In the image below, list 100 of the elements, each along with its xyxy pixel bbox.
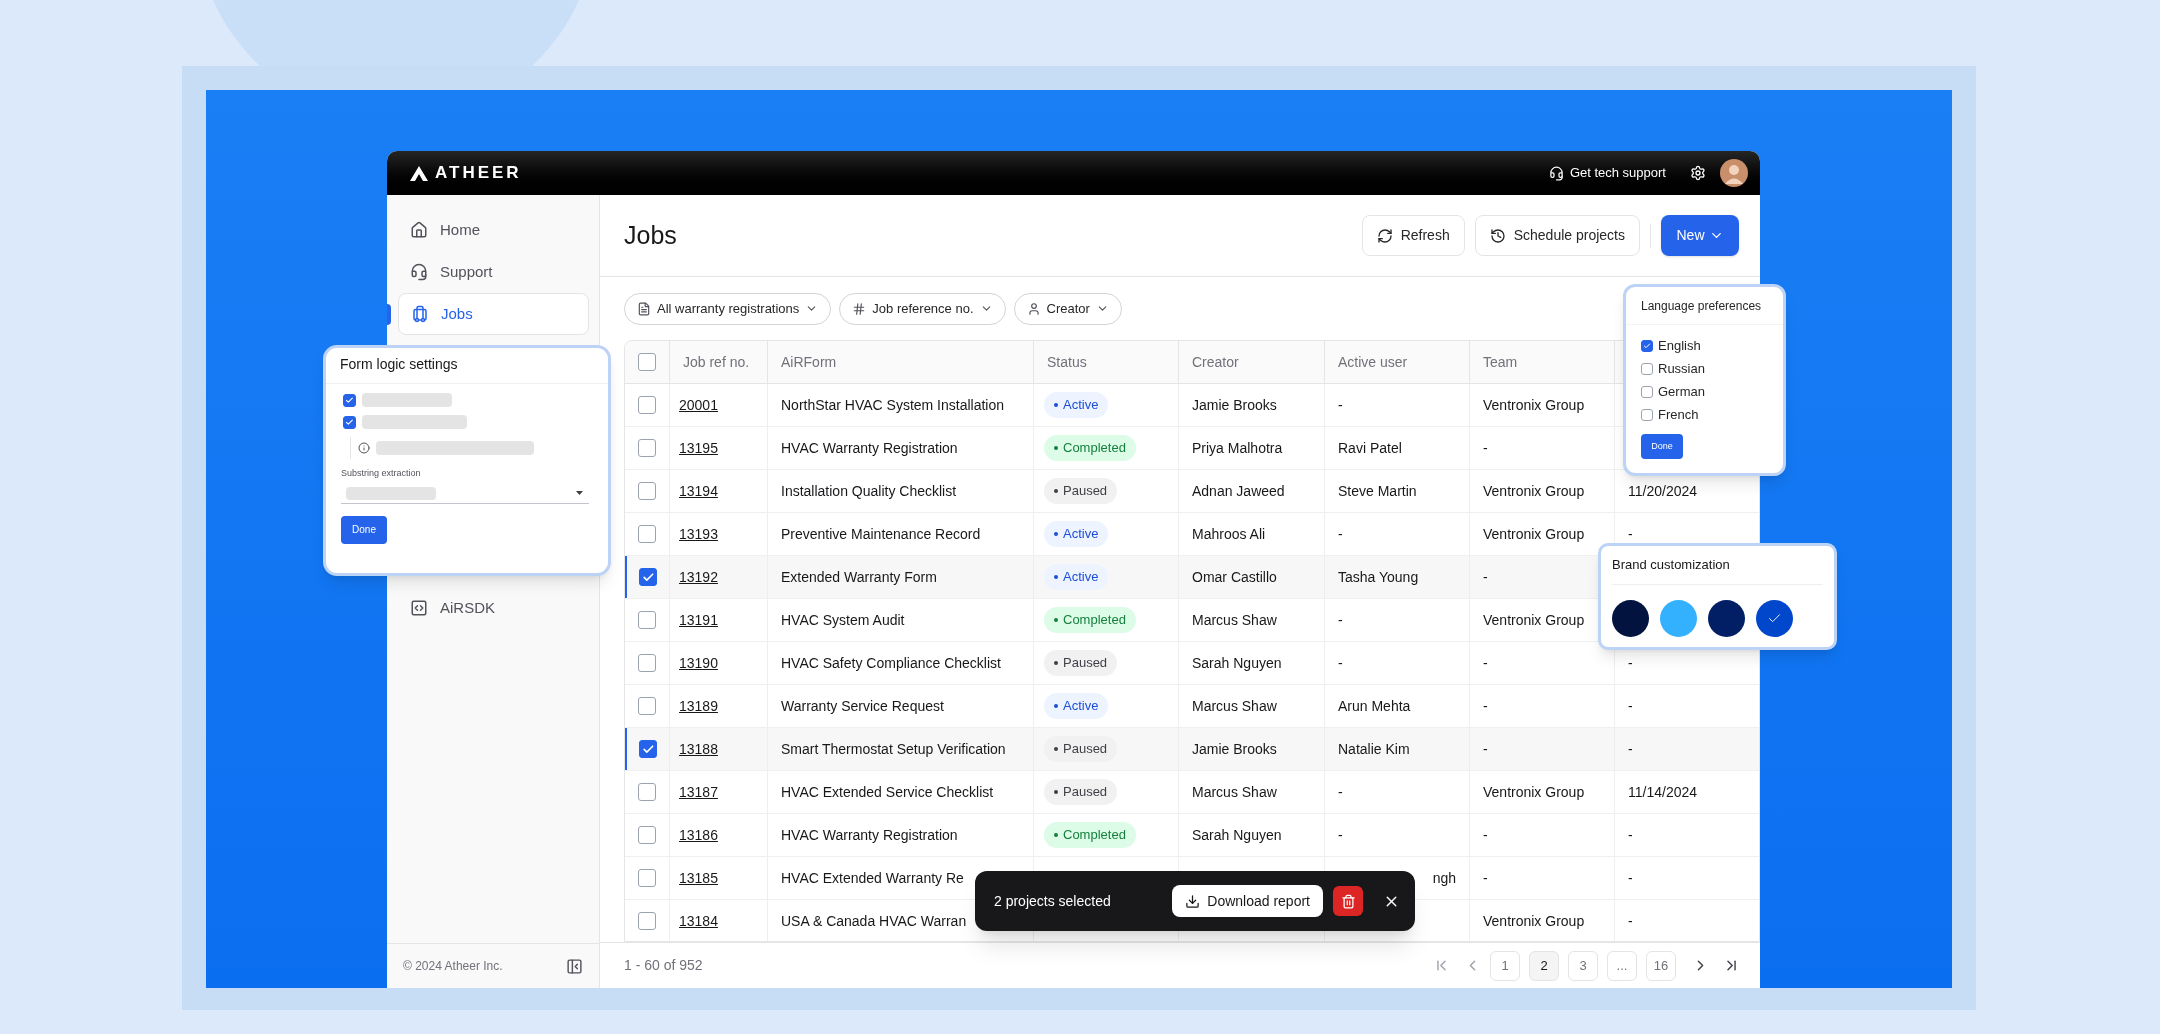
row-checkbox[interactable] (638, 396, 656, 414)
download-report-button[interactable]: Download report (1172, 885, 1323, 917)
dot-icon (1054, 446, 1058, 450)
sidebar-item[interactable]: Jobs (398, 293, 589, 335)
row-checkbox[interactable] (638, 654, 656, 672)
job-link[interactable]: 13195 (679, 437, 718, 459)
sidebar-item[interactable]: Support (398, 251, 589, 293)
status-badge: Active (1044, 392, 1109, 418)
row-checkbox[interactable] (639, 740, 657, 758)
checkbox[interactable] (1641, 339, 1653, 352)
page-button[interactable]: 2 (1529, 950, 1559, 981)
refresh-icon (1376, 227, 1393, 244)
done-button[interactable]: Done (341, 515, 387, 544)
row-checkbox[interactable] (638, 783, 656, 801)
checkbox[interactable] (343, 415, 356, 429)
job-link[interactable]: 20001 (679, 394, 718, 416)
row-checkbox[interactable] (638, 869, 656, 887)
job-link[interactable]: 13189 (679, 695, 718, 717)
avatar[interactable] (1720, 159, 1748, 187)
page-button[interactable]: 1 (1490, 950, 1520, 981)
column-header: Team (1483, 352, 1518, 372)
dot-icon (1054, 747, 1058, 751)
tech-support-link[interactable]: Get tech support (1548, 163, 1666, 183)
job-link[interactable]: 13191 (679, 609, 718, 631)
hash-icon (852, 301, 867, 316)
row-checkbox[interactable] (638, 826, 656, 844)
selection-count: 2 projects selected (994, 891, 1111, 911)
row-checkbox[interactable] (638, 912, 656, 930)
job-link[interactable]: 13190 (679, 652, 718, 674)
logo-icon (410, 165, 428, 181)
column-header: Active user (1338, 352, 1408, 372)
row-checkbox[interactable] (639, 568, 657, 586)
dot-icon (1054, 575, 1058, 579)
collapse-icon[interactable] (566, 957, 583, 975)
table-cell-text: HVAC Warranty Registration (781, 825, 958, 845)
done-button[interactable]: Done (1641, 434, 1683, 459)
new-button[interactable]: New (1661, 215, 1739, 256)
job-link[interactable]: 13186 (679, 824, 718, 846)
table-cell-text: Ventronix Group (1483, 524, 1585, 544)
column-header: AiRForm (781, 352, 837, 372)
page-button[interactable]: ... (1607, 950, 1637, 981)
row-checkbox[interactable] (638, 525, 656, 543)
table-cell-text: 11/14/2024 (1628, 782, 1698, 802)
table-cell-text: Jamie Brooks (1192, 739, 1277, 759)
delete-button[interactable] (1333, 886, 1363, 916)
toolbar-button[interactable]: Refresh (1361, 215, 1465, 256)
check-icon (345, 395, 354, 405)
popup-title: Brand customization (1612, 556, 1730, 575)
job-link[interactable]: 13187 (679, 781, 718, 803)
column-header: Creator (1192, 352, 1239, 372)
job-link[interactable]: 13185 (679, 867, 718, 889)
job-link[interactable]: 13184 (679, 910, 718, 932)
status-badge: Completed (1044, 822, 1136, 848)
job-link[interactable]: 13194 (679, 480, 718, 502)
toolbar-button[interactable]: Schedule projects (1474, 215, 1640, 256)
table-cell-text: Priya Malhotra (1192, 438, 1283, 458)
table-cell-text: ngh (1432, 868, 1456, 888)
checkbox[interactable] (1641, 408, 1653, 421)
caret-icon (576, 491, 583, 495)
row-checkbox[interactable] (638, 697, 656, 715)
table-cell-text: - (1483, 567, 1488, 587)
row-checkbox[interactable] (638, 482, 656, 500)
table-cell-text: - (1338, 395, 1343, 415)
table-cell-text: HVAC Safety Compliance Checklist (781, 653, 1001, 673)
table-cell-text: - (1483, 653, 1488, 673)
filter-chip[interactable]: Creator (1013, 292, 1122, 325)
filter-chip[interactable]: Job reference no. (839, 292, 1006, 325)
sidebar-item[interactable]: AiRSDK (398, 587, 589, 629)
checkbox[interactable] (1641, 385, 1653, 398)
color-swatch[interactable] (1612, 600, 1649, 637)
status-badge: Active (1044, 693, 1109, 719)
filter-chip[interactable]: All warranty registrations (624, 292, 832, 325)
table-cell-text: USA & Canada HVAC Warran (781, 911, 967, 931)
sidebar-item[interactable]: Home (398, 209, 589, 251)
dot-icon (1054, 403, 1058, 407)
option-label: German (1658, 382, 1705, 401)
checkbox[interactable] (1641, 362, 1653, 375)
table-cell-text: HVAC Extended Warranty Re (781, 868, 964, 888)
select-all-checkbox[interactable] (638, 353, 656, 371)
color-swatch[interactable] (1660, 600, 1697, 637)
page-button[interactable]: 16 (1646, 950, 1676, 981)
checkbox[interactable] (343, 393, 356, 407)
row-checkbox[interactable] (638, 439, 656, 457)
dot-icon (1054, 704, 1058, 708)
table-cell-text: Sarah Nguyen (1192, 653, 1282, 673)
settings-icon[interactable] (1690, 165, 1706, 181)
table-cell-text: Extended Warranty Form (781, 567, 937, 587)
job-link[interactable]: 13192 (679, 566, 718, 588)
status-badge: Completed (1044, 607, 1136, 633)
color-swatch[interactable] (1756, 600, 1793, 637)
option-label: Russian (1658, 359, 1705, 378)
table-cell-text: HVAC System Audit (781, 610, 905, 630)
doc-icon (637, 301, 651, 316)
copyright-text: © 2024 Atheer Inc. (403, 958, 503, 975)
row-checkbox[interactable] (638, 611, 656, 629)
page-button[interactable]: 3 (1568, 950, 1598, 981)
job-link[interactable]: 13193 (679, 523, 718, 545)
color-swatch[interactable] (1708, 600, 1745, 637)
table-cell-text: - (1483, 438, 1488, 458)
job-link[interactable]: 13188 (679, 738, 718, 760)
